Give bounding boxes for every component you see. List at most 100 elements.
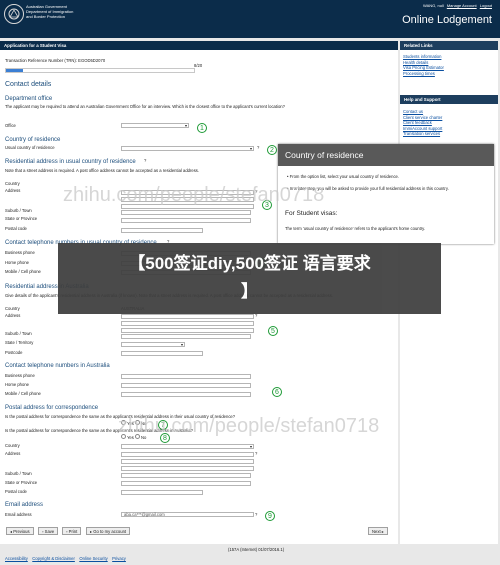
go-to-account-button[interactable]: ▸ Go to my account xyxy=(86,527,131,535)
au-state-select[interactable]: ▾ xyxy=(121,342,185,347)
logout-link[interactable]: Logout xyxy=(480,3,492,8)
department-name: Australian Government Department of Immi… xyxy=(26,4,106,19)
help-icon[interactable]: ? xyxy=(257,145,259,150)
progress-fill xyxy=(6,69,23,72)
email-input[interactable]: aba.ca***@gmail.com xyxy=(121,512,254,517)
postal-address-input[interactable] xyxy=(121,452,254,457)
postal-state-label: State or Province xyxy=(5,480,38,485)
mobile-phone-label: Mobile / Cell phone xyxy=(5,269,41,274)
related-link[interactable]: Visa Pricing Estimator xyxy=(403,65,444,71)
usual-country-select[interactable]: ▾ xyxy=(121,146,254,151)
marker-9: 9 xyxy=(265,511,275,521)
tooltip-subheading: For Student visas: xyxy=(285,210,338,217)
au-postcode-input[interactable] xyxy=(121,351,203,356)
app-title: Online Lodgement xyxy=(402,14,492,26)
postcode-label: Postal code xyxy=(5,226,27,231)
address-label: Address xyxy=(5,188,21,193)
au-postcode-label: Postcode xyxy=(5,350,23,355)
trn-label: Transaction Reference Number (TRN): EGOD… xyxy=(5,58,106,63)
print-button[interactable]: ▫ Print xyxy=(62,527,82,535)
au-home-phone-label: Home phone xyxy=(5,382,29,387)
related-links-title: Related Links xyxy=(400,41,498,50)
help-icon[interactable]: ? xyxy=(255,512,257,517)
au-state-label: State / Territory xyxy=(5,340,34,345)
marker-6: 6 xyxy=(272,387,282,397)
postal-address-input-line2[interactable] xyxy=(121,459,254,464)
section-title: Contact details xyxy=(5,81,52,88)
au-country-label: Country xyxy=(5,306,20,311)
tooltip-body: The term 'usual country of residence' re… xyxy=(285,226,426,231)
residential-address-note: Note that a street address is required. … xyxy=(5,168,200,173)
postal-address-input-line3[interactable] xyxy=(121,466,254,471)
department-office-heading: Department office xyxy=(5,96,53,102)
country-of-residence-heading: Country of residence xyxy=(5,137,61,143)
state-label: State or Province xyxy=(5,216,38,221)
help-links-list: Contact us Client service charter Client… xyxy=(403,109,442,137)
au-address-input-line2[interactable] xyxy=(121,321,254,326)
residential-address-heading: Residential address in usual country of … xyxy=(5,159,136,165)
marker-5: 5 xyxy=(268,326,278,336)
help-support-title: Help and Support xyxy=(400,95,498,104)
postal-heading: Postal address for correspondence xyxy=(5,405,99,411)
form-title: Application for a Student Visa xyxy=(0,41,398,50)
postal-suburb-label: Suburb / Town xyxy=(5,471,32,476)
dept-line: and Border Protection xyxy=(26,14,65,19)
postcode-input[interactable] xyxy=(121,228,203,233)
office-label: Office xyxy=(5,123,16,128)
help-icon[interactable]: ? xyxy=(255,451,257,456)
footer-link[interactable]: Copyright & Disclaimer xyxy=(32,556,75,561)
help-link[interactable]: Translation services xyxy=(403,131,442,137)
office-select[interactable]: ▾ xyxy=(121,123,189,128)
state-input[interactable] xyxy=(121,218,251,223)
user-name: WANG, null xyxy=(422,3,444,8)
email-heading: Email address xyxy=(5,502,44,508)
au-mobile-phone-input[interactable] xyxy=(121,392,251,397)
postal-postcode-label: Postal code xyxy=(5,489,27,494)
page-count: 8/20 xyxy=(194,63,203,68)
postal-postcode-input[interactable] xyxy=(121,490,203,495)
tooltip-bullet-text: From the option list, select your usual … xyxy=(289,174,400,179)
au-address-input-line3[interactable] xyxy=(121,328,254,333)
marker-2: 2 xyxy=(267,145,277,155)
previous-button[interactable]: ◂ Previous xyxy=(6,527,34,535)
overlay-banner: 【500签证diy,500签证 语言要求 】 xyxy=(58,243,441,314)
manage-account-link[interactable]: Manage Account xyxy=(447,3,477,8)
au-suburb-input[interactable] xyxy=(121,334,251,339)
footer: Accessibility Copyright & Disclaimer Onl… xyxy=(0,546,500,561)
postal-country-select[interactable]: ▾ xyxy=(121,444,254,449)
phone-australia-heading: Contact telephone numbers in Australia xyxy=(5,363,110,369)
email-label: Email address xyxy=(5,512,32,517)
tooltip-title: Country of residence xyxy=(278,144,494,166)
suburb-input[interactable] xyxy=(121,210,251,215)
tooltip-bullet: • From the option list, select your usua… xyxy=(287,174,400,179)
next-label: Next xyxy=(372,529,381,534)
au-home-phone-input[interactable] xyxy=(121,383,251,388)
marker-1: 1 xyxy=(197,123,207,133)
government-crest-icon xyxy=(4,4,24,24)
site-header: Australian Government Department of Immi… xyxy=(0,0,500,38)
account-links: WANG, null Manage Account Logout xyxy=(421,3,492,8)
help-icon[interactable]: ? xyxy=(144,158,146,163)
footer-link[interactable]: Online Security xyxy=(79,556,107,561)
save-label: Save xyxy=(44,529,55,534)
related-link[interactable]: Students information xyxy=(403,54,444,60)
au-mobile-phone-label: Mobile / Cell phone xyxy=(5,391,41,396)
related-links-list: Students information Health details Visa… xyxy=(403,54,444,76)
country-label: Country xyxy=(5,181,20,186)
postal-state-input[interactable] xyxy=(121,481,251,486)
goto-label: Go to my account xyxy=(93,529,127,534)
au-business-phone-input[interactable] xyxy=(121,374,251,379)
next-button[interactable]: Next ▸ xyxy=(368,527,388,535)
business-phone-label: Business phone xyxy=(5,250,35,255)
save-button[interactable]: ▫ Save xyxy=(38,527,59,535)
department-office-desc: The applicant may be required to attend … xyxy=(5,104,285,109)
progress-bar xyxy=(5,68,195,73)
footer-links: Accessibility Copyright & Disclaimer Onl… xyxy=(5,547,126,565)
usual-country-label: Usual country of residence xyxy=(5,145,55,150)
postal-suburb-input[interactable] xyxy=(121,473,251,478)
footer-link[interactable]: Privacy xyxy=(112,556,126,561)
au-address-input[interactable] xyxy=(121,314,254,319)
au-suburb-label: Suburb / Town xyxy=(5,331,32,336)
footer-link[interactable]: Accessibility xyxy=(5,556,28,561)
related-link[interactable]: Processing times xyxy=(403,71,444,77)
